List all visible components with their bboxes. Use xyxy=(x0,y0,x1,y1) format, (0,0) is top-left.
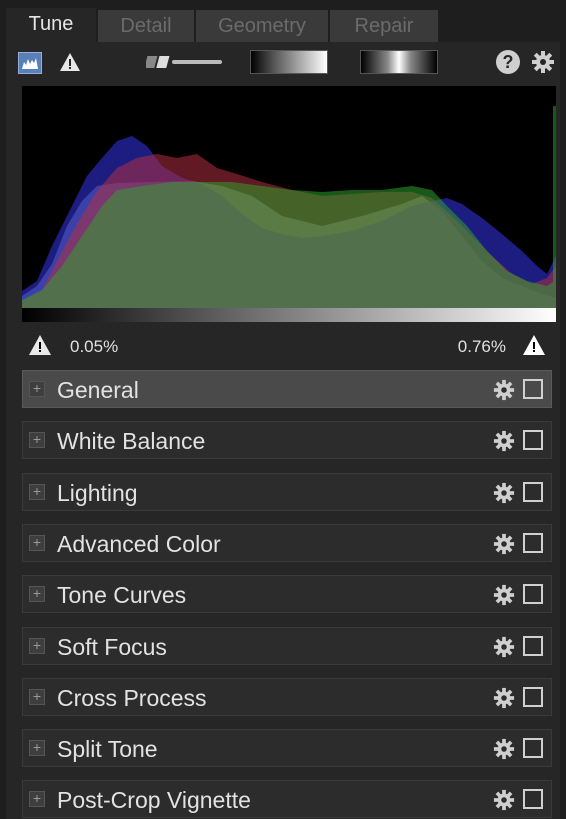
section-label: Advanced Color xyxy=(57,530,221,557)
enable-checkbox[interactable] xyxy=(523,635,543,656)
enable-checkbox[interactable] xyxy=(523,532,543,553)
section-post-crop-vignette[interactable]: + Post-Crop Vignette xyxy=(22,780,552,819)
gear-icon[interactable] xyxy=(530,49,556,75)
histogram-graph xyxy=(22,106,556,308)
tab-detail[interactable]: Detail xyxy=(98,10,196,42)
section-general[interactable]: + General xyxy=(22,370,552,408)
section-label: Split Tone xyxy=(57,736,158,763)
tab-geometry[interactable]: Geometry xyxy=(196,10,330,42)
gear-icon[interactable] xyxy=(493,738,515,760)
expand-icon[interactable]: + xyxy=(29,688,45,705)
expand-icon[interactable]: + xyxy=(29,586,45,603)
enable-checkbox[interactable] xyxy=(523,481,543,502)
expand-icon[interactable]: + xyxy=(29,791,45,808)
gradient-linear-icon[interactable] xyxy=(250,50,328,74)
section-tone-curves[interactable]: + Tone Curves xyxy=(22,575,552,614)
gear-icon[interactable] xyxy=(493,379,515,401)
gradient-radial-icon[interactable] xyxy=(360,50,438,74)
enable-checkbox[interactable] xyxy=(523,789,543,810)
histogram-icon[interactable] xyxy=(18,52,42,74)
tab-tune[interactable]: Tune xyxy=(6,8,98,42)
enable-checkbox[interactable] xyxy=(523,686,543,707)
enable-checkbox[interactable] xyxy=(523,738,543,759)
enable-checkbox[interactable] xyxy=(523,584,543,605)
enable-checkbox[interactable] xyxy=(523,430,543,451)
help-icon[interactable]: ? xyxy=(496,50,520,74)
histogram-green xyxy=(22,106,556,308)
tab-repair[interactable]: Repair xyxy=(330,10,440,42)
tab-bar: Tune Detail Geometry Repair xyxy=(6,6,560,42)
section-soft-focus[interactable]: + Soft Focus xyxy=(22,626,552,665)
warning-icon[interactable] xyxy=(58,50,82,74)
clipping-row: 0.05% 0.76% xyxy=(22,330,556,364)
tone-ramp xyxy=(22,308,556,322)
expand-icon[interactable]: + xyxy=(29,432,45,449)
section-label: Soft Focus xyxy=(57,633,167,660)
gear-icon[interactable] xyxy=(493,584,515,606)
section-label: Post-Crop Vignette xyxy=(57,787,251,814)
gear-icon[interactable] xyxy=(493,636,515,658)
section-lighting[interactable]: + Lighting xyxy=(22,472,552,511)
expand-icon[interactable]: + xyxy=(29,534,45,551)
section-label: Lighting xyxy=(57,479,138,506)
section-white-balance[interactable]: + White Balance xyxy=(22,421,552,460)
highlight-clipping-value: 0.76% xyxy=(457,337,506,356)
shadow-clipping-warning-icon[interactable] xyxy=(28,334,52,358)
gear-icon[interactable] xyxy=(493,430,515,452)
section-cross-process[interactable]: + Cross Process xyxy=(22,677,552,716)
highlight-clipping-warning-icon[interactable] xyxy=(522,334,546,358)
section-label: Cross Process xyxy=(57,684,207,711)
section-label: White Balance xyxy=(57,428,206,455)
gear-icon[interactable] xyxy=(493,533,515,555)
gear-icon[interactable] xyxy=(493,687,515,709)
enable-checkbox[interactable] xyxy=(523,379,543,399)
gear-icon[interactable] xyxy=(493,789,515,811)
section-label: Tone Curves xyxy=(57,582,187,609)
expand-icon[interactable]: + xyxy=(29,637,45,654)
expand-icon[interactable]: + xyxy=(29,381,45,397)
gear-icon[interactable] xyxy=(493,482,515,504)
shadow-clipping-value: 0.05% xyxy=(70,337,119,356)
toolbar: ? xyxy=(6,42,560,82)
histogram xyxy=(22,86,556,308)
section-split-tone[interactable]: + Split Tone xyxy=(22,729,552,768)
expand-icon[interactable]: + xyxy=(29,740,45,757)
section-advanced-color[interactable]: + Advanced Color xyxy=(22,523,552,562)
expand-icon[interactable]: + xyxy=(29,483,45,500)
section-label: General xyxy=(57,377,139,403)
slider-icon[interactable] xyxy=(146,54,224,70)
